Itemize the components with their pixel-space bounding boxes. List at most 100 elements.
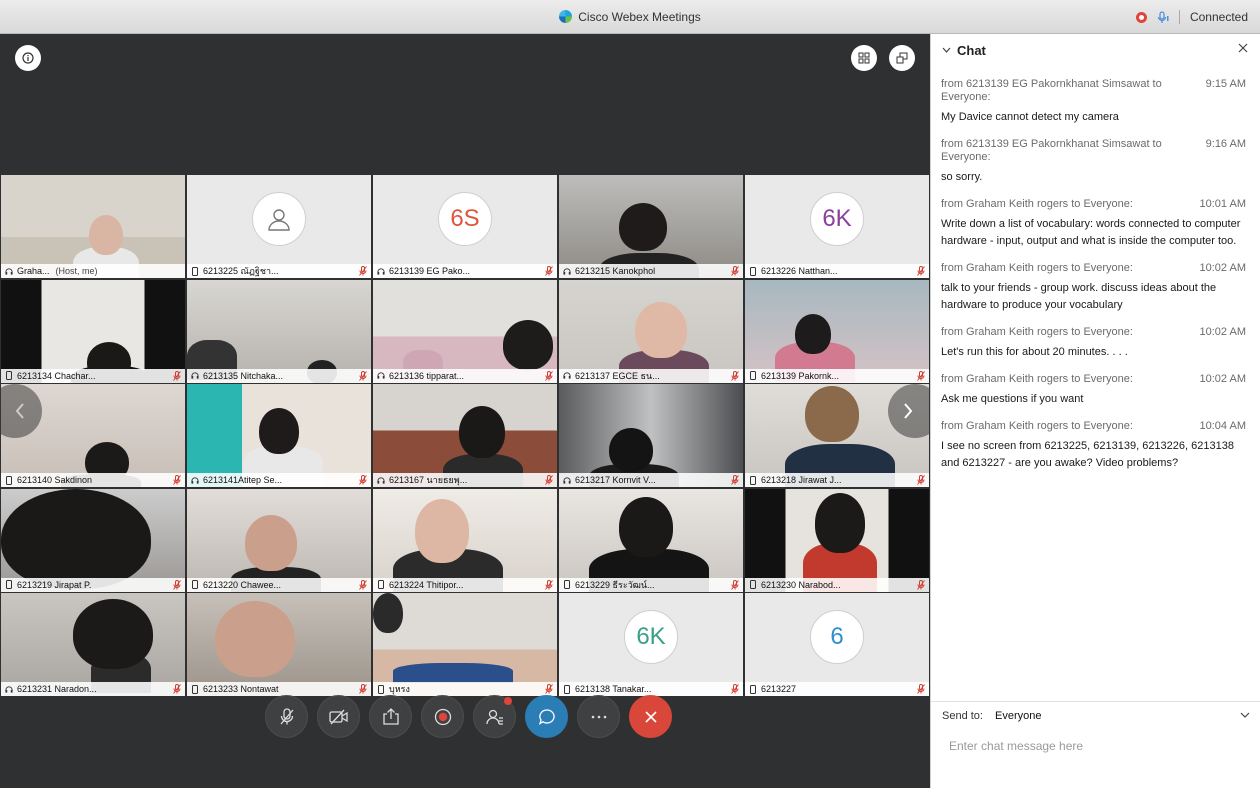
headset-icon xyxy=(563,476,571,484)
participant-video-tile[interactable]: 6213231 Naradon... xyxy=(1,593,185,696)
share-icon xyxy=(382,707,399,725)
microphone-muted-icon xyxy=(359,370,367,381)
participant-video-tile[interactable]: 6213217 Kornvit V... xyxy=(559,384,743,487)
participant-name-bar: บุหรง xyxy=(373,682,557,696)
status-area: Connected xyxy=(1135,10,1248,24)
participant-video-tile[interactable]: 6213229 ธีระวัฒน์... xyxy=(559,488,743,592)
more-options-button[interactable] xyxy=(577,695,620,738)
participant-video-head xyxy=(373,593,403,633)
participant-video-tile[interactable]: 6213224 Thitipor... xyxy=(373,488,557,592)
participant-name-bar: 6213219 Jirapat P. xyxy=(1,577,185,592)
chat-message-time: 10:02 AM xyxy=(1199,373,1246,385)
participant-name-bar: 6213134 Chachar... xyxy=(1,368,185,383)
chat-button[interactable] xyxy=(525,695,568,738)
participant-name: 6213139 EG Pako... xyxy=(389,266,471,276)
participant-name: 6213224 Thitipor... xyxy=(389,579,464,590)
chat-panel: Chat from 6213139 EG Pakornkhanat Simsaw… xyxy=(930,34,1260,788)
chat-icon xyxy=(538,708,555,725)
audio-indicator-icon[interactable] xyxy=(1157,10,1169,24)
participant-name-bar: 6213231 Naradon... xyxy=(1,682,185,696)
participant-name: 6213140 Sakdinon xyxy=(17,475,93,485)
participant-name-bar: 6213233 Nontawat xyxy=(187,682,371,696)
participant-video-tile[interactable]: 6213167 นายธยพุ... xyxy=(373,384,557,487)
host-label: (Host, me) xyxy=(55,266,98,276)
participant-video-tile[interactable]: Graha... (Host, me) xyxy=(1,175,185,278)
notification-badge xyxy=(504,697,512,705)
participant-name: 6213141Atitep Se... xyxy=(203,475,283,485)
participant-tile-avatar[interactable]: 6S 6213139 EG Pako... xyxy=(373,175,557,278)
mute-button[interactable] xyxy=(265,695,308,738)
device-icon xyxy=(378,580,384,589)
participant-tile-avatar[interactable]: 6K 6213138 Tanakar... xyxy=(559,593,743,696)
chat-message-text: Let's run this for about 20 minutes. . .… xyxy=(941,346,1128,358)
participant-name: 6213219 Jirapat P. xyxy=(17,579,92,590)
participant-video-tile[interactable]: 6213141Atitep Se... xyxy=(187,384,371,487)
participant-video-tile[interactable]: 6213135 Nitchaka... xyxy=(187,279,371,383)
chat-message: from Graham Keith rogers to Everyone: 10:… xyxy=(941,262,1250,314)
participant-video-head xyxy=(503,319,553,370)
participant-video-tile[interactable]: บุหรง xyxy=(373,593,557,696)
participant-name: 6213233 Nontawat xyxy=(203,684,279,694)
participant-video-head xyxy=(805,386,859,442)
participant-tile-avatar[interactable]: 6 6213227 xyxy=(745,593,929,696)
send-to-selector[interactable]: Send to: Everyone xyxy=(931,702,1260,730)
participant-name-bar: 6213225 ณัฏฐิชา... xyxy=(187,264,371,278)
chat-message-text: Write down a list of vocabulary: words c… xyxy=(941,218,1241,247)
close-icon[interactable] xyxy=(1238,43,1248,53)
participant-video-tile[interactable]: 6213137 EGCE ธน... xyxy=(559,279,743,383)
recording-indicator-icon[interactable] xyxy=(1135,11,1147,23)
participant-name: 6213134 Chachar... xyxy=(17,370,96,381)
participant-name: 6213167 นายธยพุ... xyxy=(389,475,468,485)
participant-video-tile[interactable]: 6213139 Pakornk... xyxy=(745,279,929,383)
participant-tile-avatar[interactable]: 6213225 ณัฏฐิชา... xyxy=(187,175,371,278)
participant-video-tile[interactable]: 6213136 tipparat... xyxy=(373,279,557,383)
leave-meeting-button[interactable] xyxy=(629,695,672,738)
participant-video-head xyxy=(795,313,831,354)
chevron-down-icon[interactable] xyxy=(942,47,951,53)
meeting-info-button[interactable] xyxy=(15,45,41,71)
participant-name: 6213135 Nitchaka... xyxy=(203,370,284,381)
participant-tile-avatar[interactable]: 6K 6213226 Natthan... xyxy=(745,175,929,278)
microphone-muted-icon xyxy=(359,684,367,694)
microphone-muted-icon xyxy=(545,475,553,485)
video-button[interactable] xyxy=(317,695,360,738)
participant-avatar xyxy=(252,192,306,246)
headset-icon xyxy=(191,476,199,484)
participant-name-bar: 6213139 Pakornk... xyxy=(745,368,929,383)
participant-video-tile[interactable]: 6213219 Jirapat P. xyxy=(1,488,185,592)
minimize-view-button[interactable] xyxy=(889,45,915,71)
participant-video-tile[interactable]: 6213230 Narabod... xyxy=(745,488,929,592)
microphone-muted-icon xyxy=(173,370,181,381)
record-button[interactable] xyxy=(421,695,464,738)
participant-name-bar: 6213137 EGCE ธน... xyxy=(559,368,743,383)
participant-name-bar: 6213226 Natthan... xyxy=(745,264,929,278)
device-icon xyxy=(564,580,570,589)
chat-message-text: Ask me questions if you want xyxy=(941,393,1084,405)
share-button[interactable] xyxy=(369,695,412,738)
participants-icon xyxy=(485,709,503,725)
participant-video-tile[interactable]: 6213233 Nontawat xyxy=(187,593,371,696)
participant-avatar: 6K xyxy=(624,610,678,664)
participants-button[interactable] xyxy=(473,695,516,738)
chat-message-time: 10:04 AM xyxy=(1199,420,1246,432)
participant-name: 6213137 EGCE ธน... xyxy=(575,370,660,381)
window-title: Cisco Webex Meetings xyxy=(0,10,1260,24)
chevron-down-icon[interactable] xyxy=(1240,712,1250,718)
participant-name: 6213227 xyxy=(761,684,797,694)
chat-message-sender: from 6213139 EG Pakornkhanat Simsawat to… xyxy=(941,138,1162,163)
leave-icon xyxy=(644,710,657,723)
participant-video-tile[interactable]: 6213220 Chawee... xyxy=(187,488,371,592)
chat-message-time: 10:02 AM xyxy=(1199,262,1246,274)
layout-button[interactable] xyxy=(851,45,877,71)
chat-message-input[interactable] xyxy=(941,734,1241,758)
participant-video-head xyxy=(459,406,505,458)
participant-video-tile[interactable]: 6213134 Chachar... xyxy=(1,279,185,383)
participant-name-bar: 6213227 xyxy=(745,682,929,696)
chevron-right-icon xyxy=(904,403,913,419)
participant-video-head xyxy=(815,492,865,553)
participant-name: 6213230 Narabod... xyxy=(761,579,841,590)
chat-title: Chat xyxy=(957,42,986,58)
participant-video-tile[interactable]: 6213215 Kanokphol xyxy=(559,175,743,278)
participant-name-bar: 6213136 tipparat... xyxy=(373,368,557,383)
chat-message: from 6213139 EG Pakornkhanat Simsawat to… xyxy=(941,78,1250,126)
